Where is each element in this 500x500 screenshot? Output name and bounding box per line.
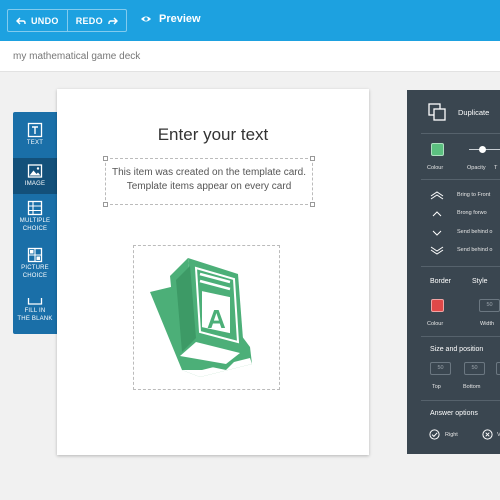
resize-handle-bottom-left[interactable] [103, 202, 108, 207]
duplicate-button[interactable]: Duplicate [407, 100, 500, 124]
border-style-input[interactable]: 50 [479, 299, 500, 312]
resize-handle-top-left[interactable] [103, 156, 108, 161]
tool-picture-choice[interactable]: PICTURE CHOICE [13, 244, 57, 290]
border-colour-swatch[interactable] [431, 299, 444, 312]
opacity-label: Opacity [467, 165, 486, 171]
tool-picture-choice-label-2: CHOICE [22, 272, 48, 279]
divider [421, 266, 500, 267]
wrong-answer-option[interactable]: V [482, 429, 500, 441]
send-backward-label: Send behind o [457, 229, 493, 235]
bottom-input[interactable]: 50 [464, 362, 485, 375]
template-text: This item was created on the template ca… [106, 166, 312, 194]
size-position-heading: Size and position [430, 346, 484, 353]
tool-multiple-choice-label-1: MULTIPLE [19, 218, 51, 224]
fill-colour-swatch[interactable] [431, 143, 444, 156]
divider [421, 336, 500, 337]
resize-handle-bottom-right[interactable] [310, 202, 315, 207]
border-width-label: Width [480, 321, 495, 327]
colour-label: Colour [427, 165, 444, 171]
deck-name-field[interactable]: my mathematical game deck [13, 51, 140, 62]
eye-icon [141, 16, 151, 22]
divider [421, 400, 500, 401]
tool-picture-choice-label-1: PICTURE [21, 265, 49, 271]
preview-label: Preview [159, 13, 201, 25]
tool-fill-in-the-blank-label-1: FILL IN [24, 308, 46, 314]
right-answer-option[interactable]: Right [429, 429, 469, 441]
bring-to-front-label: Bring to Front [457, 192, 491, 198]
cut-off-input[interactable] [496, 362, 500, 375]
send-to-back-label: Send behind o [457, 247, 493, 253]
redo-label: REDO [75, 15, 103, 26]
double-chevron-up-icon [430, 191, 444, 200]
card-canvas: Enter your text This item was created on… [57, 89, 369, 455]
tool-image-label: IMAGE [24, 181, 46, 187]
picture-grid-icon [27, 247, 43, 263]
blank-line-icon [27, 298, 43, 305]
tool-fill-in-the-blank[interactable]: FILL IN THE BLANK [13, 292, 57, 332]
properties-panel: Duplicate Colour Opacity T Bring to Fron… [407, 90, 500, 454]
tool-multiple-choice-label-2: CHOICE [22, 225, 48, 232]
send-backward-button[interactable]: Send behind o [407, 227, 500, 239]
chevron-up-icon [432, 211, 442, 217]
double-chevron-down-icon [430, 246, 444, 255]
tool-multiple-choice[interactable]: MULTIPLE CHOICE [13, 196, 57, 244]
divider [421, 133, 500, 134]
tool-image[interactable]: IMAGE [13, 158, 57, 194]
check-circle-icon [429, 429, 440, 440]
right-label: Right [445, 432, 458, 438]
undo-label: UNDO [31, 15, 59, 26]
undo-redo-group: UNDO REDO [7, 9, 127, 32]
duplicate-label: Duplicate [458, 108, 490, 117]
template-text-box[interactable]: This item was created on the template ca… [103, 156, 315, 207]
border-heading: Border [430, 278, 452, 285]
redo-button[interactable]: REDO [66, 10, 126, 31]
answer-options-heading: Answer options [430, 410, 478, 417]
redo-arrow-icon [108, 17, 118, 24]
panel-label-cut-off: T [494, 165, 498, 171]
image-item[interactable]: A [133, 245, 280, 390]
divider [421, 179, 500, 180]
text-icon [27, 122, 43, 138]
bring-forward-label: Brong forwo [457, 210, 487, 216]
deck-name-bar: my mathematical game deck [0, 41, 500, 72]
bring-forward-button[interactable]: Brong forwo [407, 208, 500, 220]
border-colour-label: Colour [427, 321, 444, 327]
send-to-back-button[interactable]: Send behind o [407, 245, 500, 257]
image-icon [27, 164, 43, 178]
opacity-slider-thumb[interactable] [479, 146, 486, 153]
duplicate-icon [428, 103, 446, 121]
top-toolbar: UNDO REDO Preview [0, 0, 500, 41]
grid-icon [27, 200, 43, 216]
undo-button[interactable]: UNDO [8, 10, 67, 31]
top-label: Top [432, 384, 441, 390]
preview-button[interactable]: Preview [140, 13, 201, 25]
card-title[interactable]: Enter your text [57, 125, 369, 145]
top-input[interactable]: 50 [430, 362, 451, 375]
chevron-down-icon [432, 230, 442, 236]
book-letter-a-icon: A [150, 258, 252, 377]
tool-text[interactable]: TEXT [13, 118, 57, 158]
style-label: Style [472, 278, 488, 285]
tool-text-label: TEXT [26, 140, 44, 146]
bring-to-front-button[interactable]: Bring to Front [407, 190, 500, 202]
template-text-line-2: Template items appear on every card [126, 181, 292, 192]
resize-handle-top-right[interactable] [310, 156, 315, 161]
x-circle-icon [482, 429, 493, 440]
undo-arrow-icon [16, 17, 26, 24]
tool-palette: TEXT IMAGE MULTIPLE CHOICE PICTURE CHOIC… [13, 112, 57, 334]
tool-fill-in-the-blank-label-2: THE BLANK [17, 315, 53, 322]
bottom-label: Bottom [463, 384, 481, 390]
template-text-line-1: This item was created on the template ca… [112, 167, 306, 178]
svg-text:A: A [207, 304, 226, 334]
